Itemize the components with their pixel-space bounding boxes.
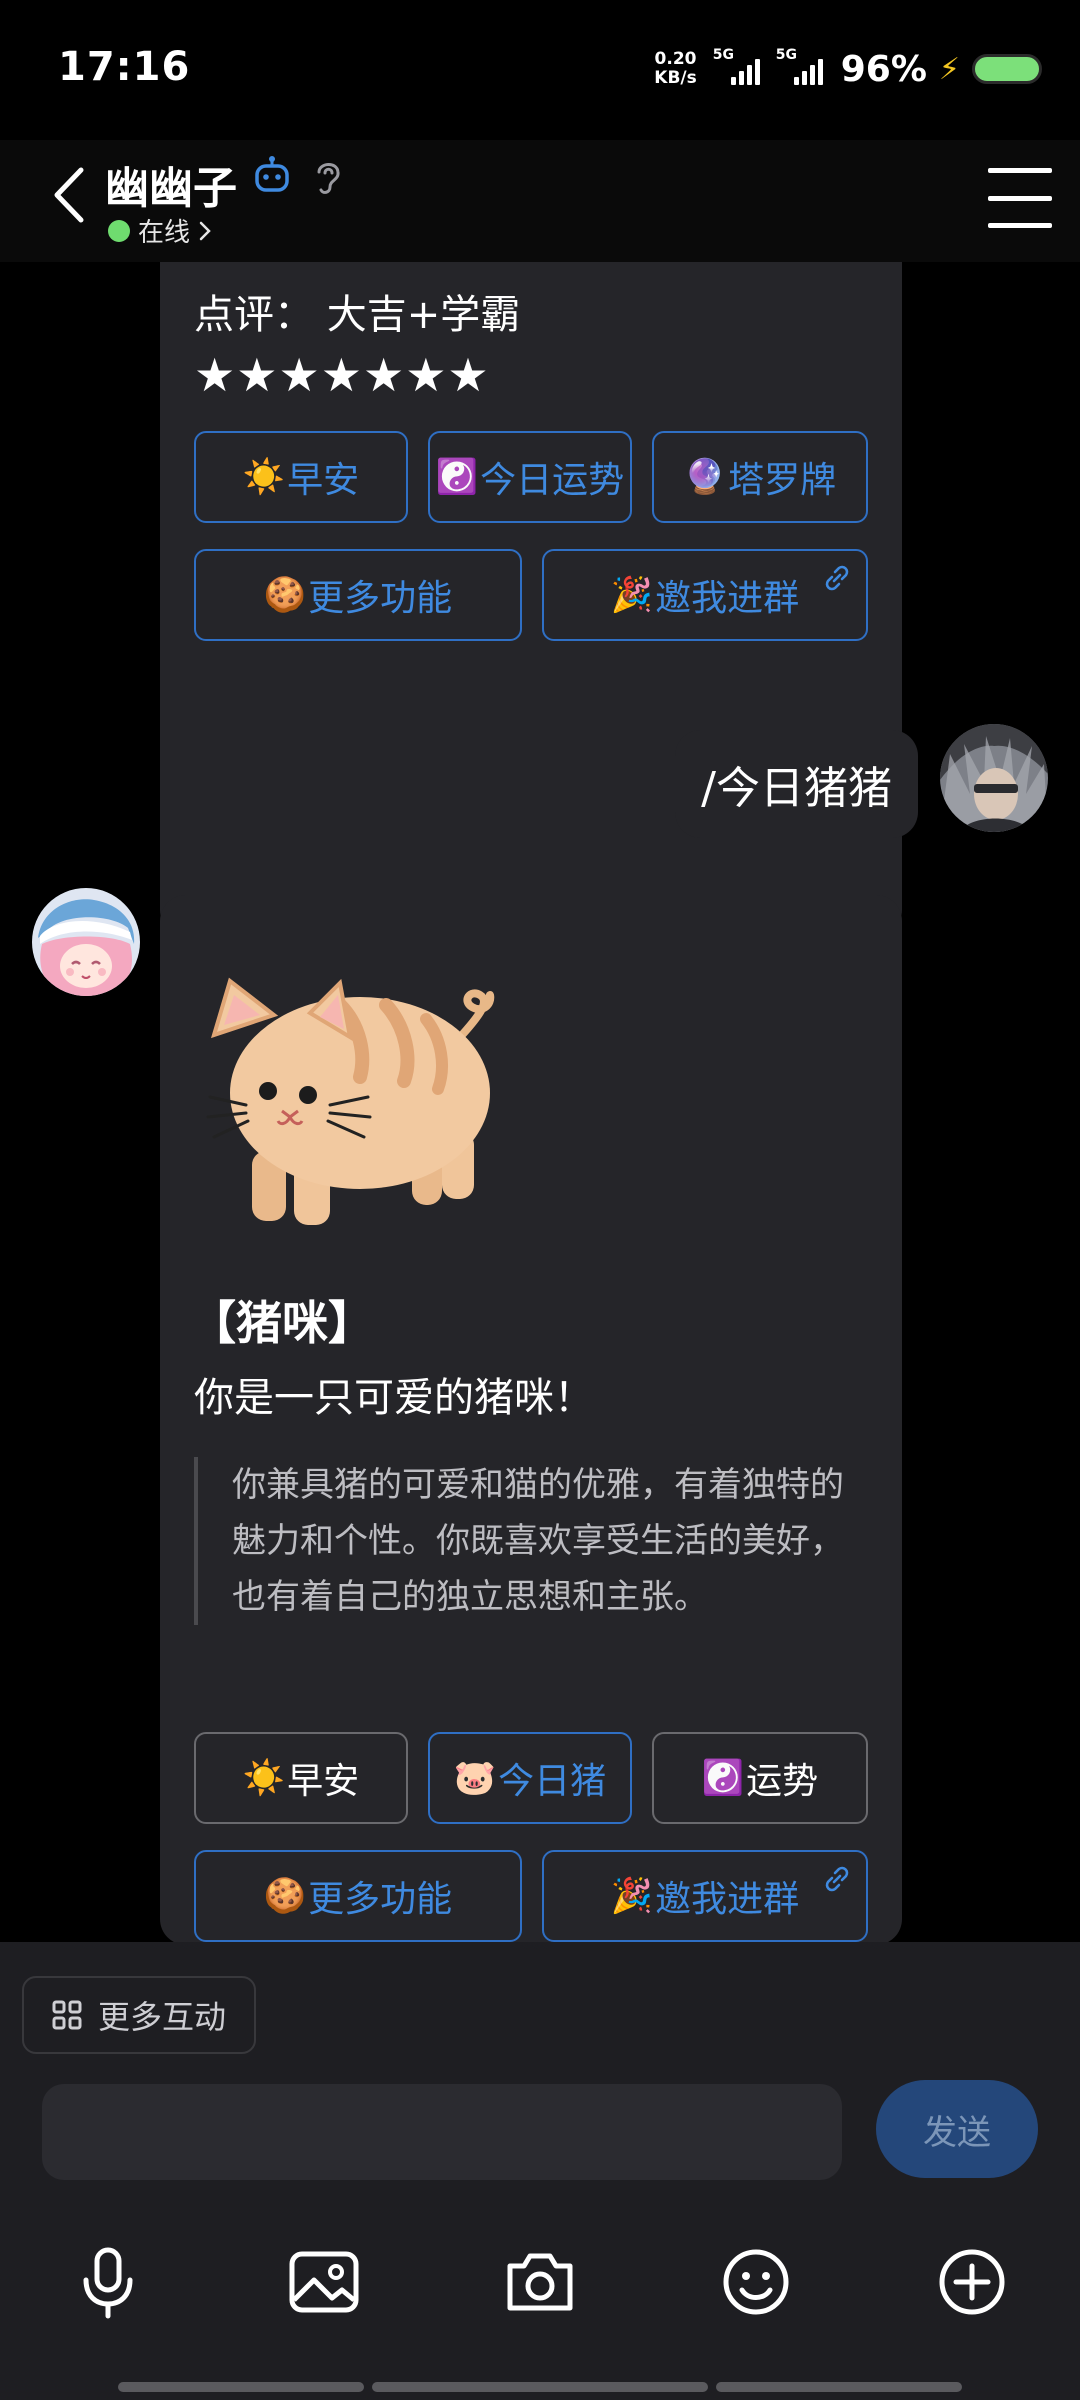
online-dot xyxy=(108,219,130,242)
button-label: 更多功能 xyxy=(308,578,453,619)
pig-cat-image xyxy=(206,977,495,1225)
party-icon: 🎉 xyxy=(610,575,654,615)
grid-icon xyxy=(52,2000,82,2030)
crystal-ball-icon: 🔮 xyxy=(683,457,727,497)
network-speed-unit: KB/s xyxy=(654,68,697,88)
link-icon xyxy=(825,1866,849,1892)
signal-label-2: 5G xyxy=(775,47,797,63)
menu-button[interactable] xyxy=(988,168,1052,228)
bot-card-pig: 【猪咪】 你是一只可爱的猪咪！ 你兼具猪的可爱和猫的优雅，有着独特的魅力和个性。… xyxy=(160,895,902,1942)
link-icon xyxy=(825,565,849,591)
invite-group-button[interactable]: 🎉 邀我进群 xyxy=(542,549,868,641)
presence-label: 在线 xyxy=(138,218,191,248)
nav-gesture-bar[interactable] xyxy=(118,2382,364,2392)
status-bar: 17:16 0.20 KB/s 5G 5G 96% ⚡ xyxy=(0,0,1080,140)
card-subtitle: 你是一只可爱的猪咪！ xyxy=(194,1375,594,1421)
battery-percent: 96% xyxy=(840,48,927,90)
user-message-bubble[interactable]: /今日猪猪 xyxy=(675,730,918,838)
user-avatar[interactable] xyxy=(940,724,1048,832)
daily-pig-button[interactable]: 🐷 今日猪 xyxy=(428,1732,632,1824)
card-title: 【猪咪】 xyxy=(190,1296,374,1350)
more-features-button[interactable]: 🍪 更多功能 xyxy=(194,1850,522,1942)
daily-fortune-button[interactable]: ☯️ 今日运势 xyxy=(428,431,632,523)
tarot-button[interactable]: 🔮 塔罗牌 xyxy=(652,431,868,523)
charging-icon: ⚡ xyxy=(938,51,960,87)
emoji-icon[interactable] xyxy=(716,2242,796,2322)
nav-gesture-bar[interactable] xyxy=(716,2382,962,2392)
bot-icon[interactable] xyxy=(252,156,292,196)
good-morning-button[interactable]: ☀️ 早安 xyxy=(194,431,408,523)
chat-title[interactable]: 幽幽子 xyxy=(105,152,237,216)
button-label: 更多功能 xyxy=(308,1879,453,1920)
button-label: 邀我进群 xyxy=(655,1879,800,1920)
party-icon: 🎉 xyxy=(610,1876,654,1916)
back-button[interactable] xyxy=(38,160,98,230)
microphone-icon[interactable] xyxy=(68,2242,148,2322)
signal-icon-2: 5G xyxy=(776,47,823,85)
message-input[interactable] xyxy=(42,2084,842,2180)
image-icon[interactable] xyxy=(284,2242,364,2322)
good-morning-button[interactable]: ☀️ 早安 xyxy=(194,1732,408,1824)
message-list[interactable]: 点评： 大吉+学霸 ★★★★★★★ ☀️ 早安 ☯️ 今日运势 🔮 塔罗牌 🍪 更多功能… xyxy=(0,262,1080,1942)
more-features-button[interactable]: 🍪 更多功能 xyxy=(194,549,522,641)
presence-status[interactable]: 在线 xyxy=(108,212,212,249)
nav-gesture-bar[interactable] xyxy=(372,2382,708,2392)
button-label: 今日运势 xyxy=(480,460,625,501)
send-button[interactable]: 发送 xyxy=(876,2080,1038,2178)
button-label: 塔罗牌 xyxy=(728,460,837,501)
status-icons: 0.20 KB/s 5G 5G 96% ⚡ xyxy=(654,44,1042,94)
button-label: 今日猪 xyxy=(498,1761,607,1802)
sun-icon: ☀️ xyxy=(242,457,286,497)
network-speed: 0.20 KB/s xyxy=(654,50,696,88)
cookie-icon: 🍪 xyxy=(263,575,307,615)
battery-icon xyxy=(972,54,1042,84)
yin-yang-icon: ☯️ xyxy=(435,457,479,497)
card-description: 你兼具猪的可爱和猫的优雅，有着独特的魅力和个性。你既喜欢享受生活的美好，也有着自… xyxy=(194,1457,844,1625)
more-interaction-button[interactable]: 更多互动 xyxy=(22,1976,257,2054)
pig-icon: 🐷 xyxy=(453,1758,497,1798)
invite-group-button[interactable]: 🎉 邀我进群 xyxy=(542,1850,868,1942)
review-text: 点评： 大吉+学霸 xyxy=(194,292,521,338)
menu-icon xyxy=(988,168,1052,173)
signal-label: 5G xyxy=(712,47,734,63)
signal-icon: 5G xyxy=(713,47,760,85)
composer-toolbar xyxy=(0,2242,1080,2332)
sun-icon: ☀️ xyxy=(242,1758,286,1798)
bot-avatar[interactable] xyxy=(32,888,140,996)
yin-yang-icon: ☯️ xyxy=(701,1758,745,1798)
back-icon xyxy=(54,167,84,223)
button-label: 运势 xyxy=(746,1761,819,1802)
status-time: 17:16 xyxy=(58,44,191,90)
camera-icon[interactable] xyxy=(500,2242,580,2322)
ear-icon[interactable] xyxy=(310,156,346,196)
fortune-button[interactable]: ☯️ 运势 xyxy=(652,1732,868,1824)
composer-panel: 更多互动 发送 xyxy=(0,1942,1080,2400)
more-interaction-label: 更多互动 xyxy=(98,1998,227,2036)
plus-icon[interactable] xyxy=(932,2242,1012,2322)
chevron-right-icon xyxy=(199,221,211,240)
user-message-text: /今日猪猪 xyxy=(701,763,892,814)
network-speed-value: 0.20 xyxy=(654,49,697,69)
button-label: 早安 xyxy=(287,1761,360,1802)
button-label: 邀我进群 xyxy=(655,578,800,619)
chat-header: 幽幽子 在线 xyxy=(0,140,1080,262)
cookie-icon: 🍪 xyxy=(263,1876,307,1916)
rating-stars: ★★★★★★★ xyxy=(194,348,490,402)
button-label: 早安 xyxy=(287,460,360,501)
